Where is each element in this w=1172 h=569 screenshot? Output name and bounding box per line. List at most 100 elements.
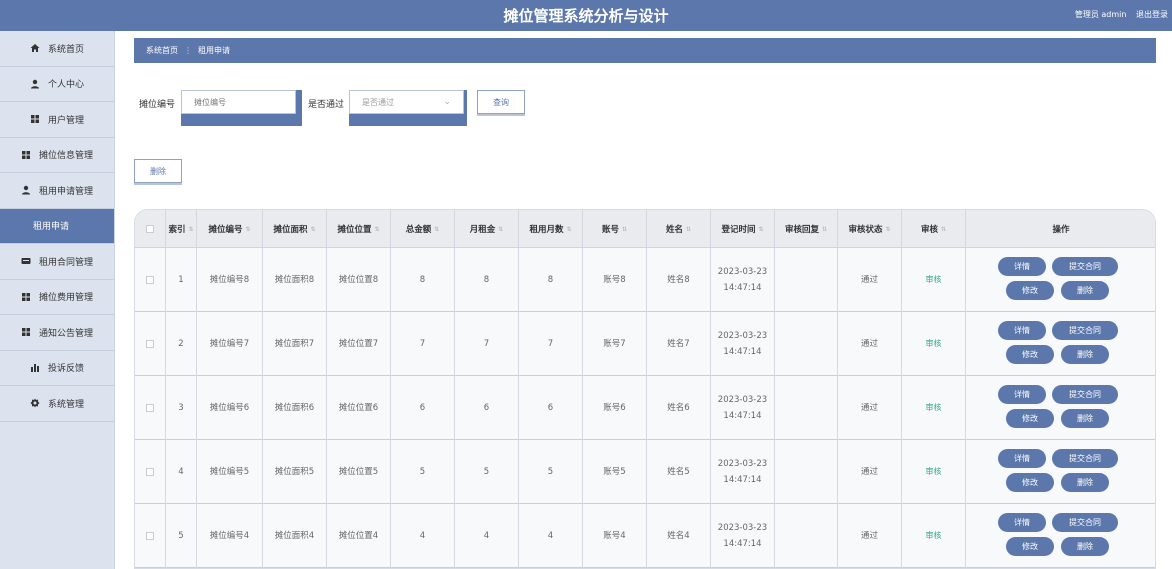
detail-button[interactable]: 详情	[998, 321, 1046, 340]
delete-button[interactable]: 删除	[1061, 537, 1109, 556]
column-header-actions[interactable]: 操作	[966, 210, 1155, 248]
approved-select[interactable]: 是否通过 ⌄	[349, 90, 464, 114]
sidebar-item-4[interactable]: 租用申请管理	[0, 173, 114, 209]
row-checkbox[interactable]	[146, 532, 154, 540]
sidebar-item-label: 系统管理	[47, 399, 84, 410]
cell-review[interactable]: 审核	[902, 248, 966, 312]
cell-review[interactable]: 审核	[902, 312, 966, 376]
search-form: 摊位编号 是否通过 是否通过 ⌄ 查询	[134, 90, 1034, 126]
submit-contract-button[interactable]: 提交合同	[1052, 385, 1118, 404]
column-header-stall-no[interactable]: 摊位编号 ⇅	[197, 210, 263, 248]
detail-button[interactable]: 详情	[998, 513, 1046, 532]
sidebar-item-1[interactable]: 个人中心	[0, 67, 114, 102]
sidebar-item-9[interactable]: 投诉反馈	[0, 351, 114, 386]
sidebar-item-8[interactable]: 通知公告管理	[0, 315, 114, 351]
approved-select-placeholder: 是否通过	[362, 97, 394, 107]
edit-button[interactable]: 修改	[1006, 473, 1054, 492]
register-time: 2023-03-23 14:47:14	[718, 264, 767, 296]
cell-review-status: 通过	[838, 376, 902, 440]
column-header-stall-area[interactable]: 摊位面积 ⇅	[263, 210, 327, 248]
edit-button[interactable]: 修改	[1006, 409, 1054, 428]
column-header-select	[135, 210, 166, 248]
cell-review[interactable]: 审核	[902, 440, 966, 504]
cell-stall-no: 摊位编号8	[197, 248, 263, 312]
submit-contract-button[interactable]: 提交合同	[1052, 321, 1118, 340]
column-header-rent-months[interactable]: 租用月数 ⇅	[519, 210, 583, 248]
approved-label: 是否通过	[308, 100, 345, 110]
detail-button[interactable]: 详情	[998, 385, 1046, 404]
sort-icon: ⇅	[758, 225, 764, 233]
edit-button[interactable]: 修改	[1006, 281, 1054, 300]
sidebar-item-10[interactable]: 系统管理	[0, 386, 114, 422]
cell-select	[135, 312, 166, 376]
cell-stall-no: 摊位编号4	[197, 504, 263, 568]
column-header-stall-position[interactable]: 摊位位置 ⇅	[327, 210, 391, 248]
cell-index: 3	[166, 376, 197, 440]
sidebar-item-2[interactable]: 用户管理	[0, 102, 114, 138]
sidebar-item-0[interactable]: 系统首页	[0, 31, 114, 67]
sidebar-item-6[interactable]: 租用合同管理	[0, 244, 114, 280]
column-header-monthly-rent[interactable]: 月租金 ⇅	[455, 210, 519, 248]
column-header-review-status[interactable]: 审核状态 ⇅	[838, 210, 902, 248]
column-header-label: 摊位面积	[273, 225, 308, 235]
cell-review-status: 通过	[838, 504, 902, 568]
submit-contract-button[interactable]: 提交合同	[1052, 449, 1118, 468]
contract-icon	[21, 256, 31, 266]
sort-icon: ⇅	[621, 225, 628, 233]
delete-button[interactable]: 删除	[1061, 409, 1109, 428]
column-header-label: 总金额	[405, 225, 432, 235]
stall-no-input[interactable]	[181, 90, 296, 114]
cell-account: 账号7	[583, 312, 647, 376]
cell-account: 账号5	[583, 440, 647, 504]
row-checkbox[interactable]	[146, 404, 154, 412]
column-header-review-reply[interactable]: 审核回复 ⇅	[775, 210, 838, 248]
breadcrumb-separator: ⋮	[184, 46, 192, 55]
delete-button[interactable]: 删除	[1061, 345, 1109, 364]
edit-button[interactable]: 修改	[1006, 537, 1054, 556]
row-checkbox[interactable]	[146, 468, 154, 476]
sort-icon: ⇅	[245, 225, 251, 233]
sort-icon: ⇅	[374, 225, 380, 233]
sort-icon: ⇅	[685, 225, 692, 233]
register-time: 2023-03-23 14:47:14	[718, 456, 767, 488]
cell-stall-position: 摊位位置8	[327, 248, 391, 312]
table-row: 3 摊位编号6 摊位面积6 摊位位置6 6 6 6 账号6 姓名6 2023-03-23 14:47…	[135, 376, 1155, 440]
detail-button[interactable]: 详情	[998, 257, 1046, 276]
cell-rent-months: 8	[519, 248, 583, 312]
cell-index: 4	[166, 440, 197, 504]
column-header-index[interactable]: 索引 ⇅	[166, 210, 197, 248]
cell-rent-months: 5	[519, 440, 583, 504]
delete-button[interactable]: 删除	[1061, 473, 1109, 492]
sidebar-item-3[interactable]: 摊位信息管理	[0, 138, 114, 173]
detail-button[interactable]: 详情	[998, 449, 1046, 468]
column-header-register-time[interactable]: 登记时间 ⇅	[711, 210, 775, 248]
column-header-label: 审核	[920, 225, 938, 235]
row-checkbox[interactable]	[146, 340, 154, 348]
edit-button[interactable]: 修改	[1006, 345, 1054, 364]
sidebar-item-label: 系统首页	[47, 44, 84, 55]
column-header-review[interactable]: 审核 ⇅	[902, 210, 966, 248]
cell-total-amount: 5	[391, 440, 455, 504]
breadcrumb-home[interactable]: 系统首页	[146, 45, 178, 56]
cell-account: 账号6	[583, 376, 647, 440]
column-header-label: 摊位位置	[337, 225, 372, 235]
column-header-name[interactable]: 姓名 ⇅	[647, 210, 711, 248]
submit-contract-button[interactable]: 提交合同	[1052, 257, 1118, 276]
cell-actions: 详情 提交合同修改 删除	[966, 376, 1155, 440]
sidebar-item-7[interactable]: 摊位费用管理	[0, 280, 114, 315]
row-checkbox[interactable]	[146, 276, 154, 284]
cell-review[interactable]: 审核	[902, 504, 966, 568]
column-header-account[interactable]: 账号 ⇅	[583, 210, 647, 248]
query-button[interactable]: 查询	[477, 90, 525, 114]
logout-link[interactable]: 退出登录	[1136, 10, 1168, 19]
select-all-checkbox[interactable]	[146, 225, 154, 233]
sidebar-item-label: 投诉反馈	[47, 364, 84, 375]
cell-review[interactable]: 审核	[902, 376, 966, 440]
column-header-label: 摊位编号	[208, 225, 243, 235]
sidebar-item-5[interactable]: 租用申请	[0, 208, 114, 244]
delete-selected-button[interactable]: 删除	[134, 159, 182, 183]
delete-button[interactable]: 删除	[1061, 281, 1109, 300]
data-table: 索引 ⇅ 摊位编号 ⇅ 摊位面积 ⇅ 摊位位置 ⇅ 总金额 ⇅ 月租金 ⇅ 租用月数 ⇅ 账号 ⇅ 姓名 ⇅ 登记时…	[134, 209, 1156, 569]
submit-contract-button[interactable]: 提交合同	[1052, 513, 1118, 532]
column-header-total-amount[interactable]: 总金额 ⇅	[391, 210, 455, 248]
